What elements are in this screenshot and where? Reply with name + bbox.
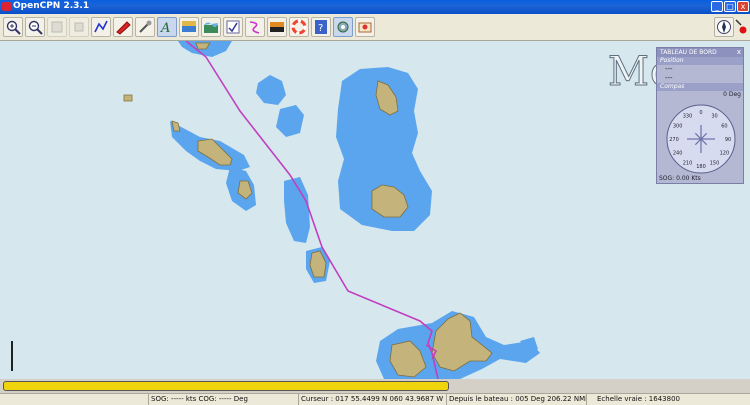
mob-button[interactable] [289, 17, 309, 37]
compass-tick-label: 240 [673, 151, 683, 157]
dashboard-sog: SOG: 0.00 Kts [659, 175, 701, 182]
compass-tick-label: 330 [683, 114, 693, 120]
scale-in-button[interactable] [47, 17, 67, 37]
status-sog-cog: SOG: ----- kts COG: ----- Deg [148, 394, 298, 405]
dashboard-title: TABLEAU DE BORD [660, 49, 717, 56]
maximize-button[interactable]: □ [724, 1, 736, 12]
tides-icon [204, 22, 218, 33]
svg-text:A: A [160, 21, 170, 35]
svg-text:?: ? [318, 23, 323, 34]
position-section-label: Position [657, 57, 743, 65]
toolbar: A ? [0, 14, 750, 41]
chart-canvas[interactable]: Mo TABLEAU DE BORD x Position --- --- Co… [0, 41, 750, 379]
ais-button[interactable] [333, 17, 353, 37]
dashboard-panel[interactable]: TABLEAU DE BORD x Position --- --- Compa… [656, 47, 744, 184]
track-icon [249, 21, 260, 34]
tides-button[interactable] [201, 17, 221, 37]
ais-icon [337, 21, 349, 33]
zoom-in-icon [6, 20, 21, 35]
settings-icon [139, 20, 152, 33]
text-icon: A [160, 21, 170, 35]
compass-tick-label: 270 [669, 137, 679, 143]
follow-boat-icon [116, 21, 131, 35]
compass-tick-label: 300 [673, 124, 683, 130]
compass-deg: 0 Deg [723, 91, 741, 98]
scale-in-icon [51, 21, 63, 33]
scale-out-icon [74, 22, 84, 32]
status-scale: Echelle vraie : 1643800 [586, 394, 750, 405]
print-button[interactable] [355, 17, 375, 37]
compass-icon [717, 20, 731, 34]
zoom-in-button[interactable] [3, 17, 23, 37]
title-bar: OpenCPN 2.3.1 _ □ x [0, 0, 750, 14]
text-button[interactable]: A [157, 17, 177, 37]
compass-tick-label: 0 [699, 110, 702, 116]
compass-tick-label: 60 [721, 124, 727, 130]
zoom-out-button[interactable] [25, 17, 45, 37]
window-title: OpenCPN 2.3.1 [13, 1, 90, 11]
route-manager-icon [226, 20, 240, 34]
scale-out-button[interactable] [69, 17, 89, 37]
help-icon: ? [315, 20, 327, 34]
status-cursor: Curseur : 017 55.4499 N 060 43.9687 W [298, 394, 446, 405]
position-lon: --- [665, 74, 673, 82]
gps-status [732, 17, 748, 37]
color-scheme-button[interactable] [267, 17, 287, 37]
compass-tick-label: 120 [720, 151, 730, 157]
mob-icon [291, 19, 307, 35]
progress-area [0, 379, 750, 393]
compass-section-label: Compas [657, 83, 743, 91]
help-button[interactable]: ? [311, 17, 331, 37]
chart-quilt-icon [182, 21, 196, 32]
scale-bar [11, 341, 13, 371]
zoom-out-icon [28, 20, 43, 35]
track-button[interactable] [245, 17, 265, 37]
compass-tick-label: 180 [696, 164, 706, 170]
close-button[interactable]: x [737, 1, 749, 12]
app-icon [2, 2, 11, 11]
follow-boat-button[interactable] [113, 17, 133, 37]
route-button[interactable] [91, 17, 111, 37]
minimize-button[interactable]: _ [711, 1, 723, 12]
dashboard-close-button[interactable]: x [737, 48, 741, 57]
compass-tick-label: 210 [683, 160, 693, 166]
route-icon [94, 20, 108, 33]
compass-button[interactable] [714, 17, 734, 37]
dashboard-header: TABLEAU DE BORD x [657, 48, 743, 57]
compass-tick-label: 90 [725, 137, 731, 143]
status-bar: SOG: ----- kts COG: ----- Deg Curseur : … [0, 393, 750, 405]
chart-progress-bar [3, 381, 449, 391]
route-manager-button[interactable] [223, 17, 243, 37]
settings-button[interactable] [135, 17, 155, 37]
chart-quilt-button[interactable] [179, 17, 199, 37]
shallow-areas [170, 41, 540, 379]
status-from-boat: Depuis le bateau : 005 Deg 206.22 NMi [446, 394, 587, 405]
compass-rose: 0 30 60 90 120150 180210240 270 300330 [666, 104, 736, 174]
gps-status-icon [735, 19, 747, 34]
position-lat: --- [665, 65, 673, 73]
print-icon [358, 22, 372, 33]
compass-tick-label: 150 [710, 160, 720, 166]
color-scheme-icon [270, 22, 284, 32]
compass-tick-label: 30 [711, 114, 717, 120]
